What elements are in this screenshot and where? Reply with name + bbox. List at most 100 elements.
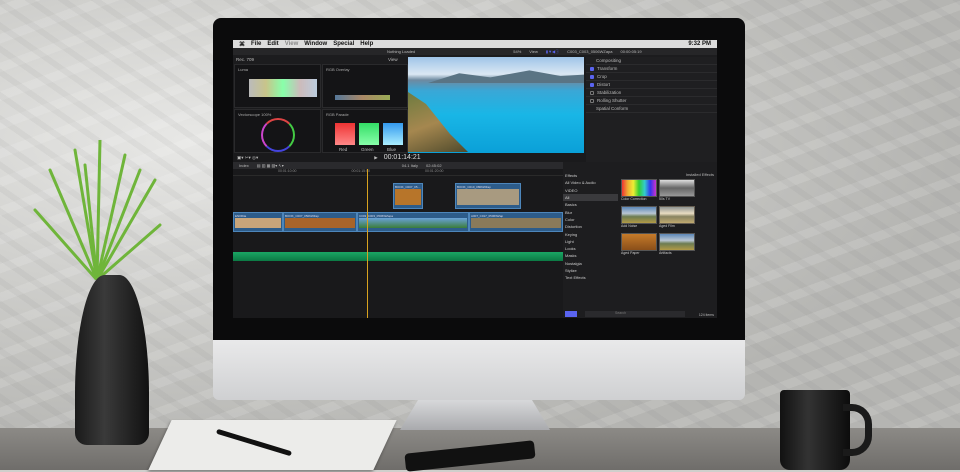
timeline-clip[interactable]: A007_C017_0506WZap (469, 212, 563, 232)
effects-search-input[interactable]: Search (585, 311, 685, 317)
luma-waveform (249, 79, 317, 97)
category-item[interactable]: All (563, 193, 618, 202)
category-item[interactable]: Keying (563, 230, 618, 237)
timeline-clip[interactable]: EN0Rtia (233, 212, 283, 232)
category-item[interactable]: Looks (563, 245, 618, 252)
inspector-crop[interactable]: Crop (586, 73, 717, 81)
timecode-display: 00:01:14:21 (383, 154, 421, 161)
effects-browser-toggle[interactable] (565, 311, 577, 317)
inspector-spatial-conform[interactable]: Spatial Conform (586, 105, 717, 113)
category-item[interactable]: Light (563, 238, 618, 245)
effects-count: 124 items (698, 313, 714, 317)
rgb-overlay-scope: RGB Overlay (322, 64, 408, 108)
rgb-parade-label: RGB Parade (326, 112, 349, 117)
view-dropdown[interactable]: View (529, 49, 538, 54)
clip-appearance-icons[interactable]: ▤ ▥ ▦ ▧▾ ↖▾ (257, 163, 284, 168)
category-item[interactable]: Blur (563, 208, 618, 215)
checkbox[interactable] (590, 74, 594, 79)
effect-tile[interactable]: Artifacts (659, 233, 695, 255)
category-item[interactable]: VIDEO (563, 187, 618, 194)
index-button[interactable]: Index (239, 163, 249, 168)
rgb-overlay-label: RGB Overlay (326, 67, 350, 72)
inspector-label: Transform (597, 66, 618, 71)
parade-red (335, 123, 355, 145)
effect-tile[interactable]: Aged Paper (621, 233, 657, 255)
timeline-clip[interactable]: C003_C003_0506WZapa (357, 212, 469, 232)
checkbox[interactable] (590, 66, 594, 71)
category-item[interactable]: Color (563, 216, 618, 223)
play-button[interactable]: ▶ (374, 155, 377, 161)
menu-clock: 9:32 PM (688, 41, 711, 47)
checkbox[interactable] (590, 82, 594, 87)
effect-tile[interactable]: 50s TV (659, 179, 695, 201)
rgb-parade-scope: RGB Parade Red Green Blue (322, 109, 408, 153)
inspector-label: Crop (597, 74, 607, 79)
menu-edit[interactable]: Edit (267, 41, 278, 47)
rgb-histogram (335, 95, 390, 100)
timeline-clip[interactable]: BOOK_C010_0806WZap (455, 183, 521, 209)
audio-track[interactable] (233, 252, 563, 261)
menu-bar: ⌘ File Edit View Window Special Help 9:3… (233, 40, 717, 48)
installed-effects-dropdown[interactable]: Installed Effects (686, 172, 714, 177)
zoom-dropdown[interactable]: 54% (513, 49, 521, 54)
inspector-rolling-shutter[interactable]: Rolling Shutter (586, 97, 717, 105)
category-item[interactable]: Effects (563, 172, 618, 179)
inspector-transform[interactable]: Transform (586, 65, 717, 73)
coffee-mug (780, 390, 872, 470)
category-item[interactable]: Masks (563, 252, 618, 259)
category-item[interactable]: Stylize (563, 267, 618, 274)
scopes-view-dropdown[interactable]: View (388, 57, 398, 62)
timeline-ruler[interactable]: 00:01:10:00 00:01:15:00 00:01:20:00 (233, 169, 563, 176)
timeline-clip[interactable]: BOOK_C007_0506WZap (283, 212, 357, 232)
screen: ⌘ File Edit View Window Special Help 9:3… (233, 40, 717, 318)
video-inspector: Compositing Transform Crop Distort Stabi… (586, 57, 717, 170)
vase (75, 275, 149, 445)
timeline-toolbar: Index ▤ ▥ ▦ ▧▾ ↖▾ 04.1 Italy 02:45:02 (233, 162, 563, 169)
checkbox[interactable] (590, 90, 594, 95)
menu-special[interactable]: Special (333, 41, 354, 47)
viewer-toolbar: Nothing Loaded 54% View ▮▼◀ⓘ C003_C003_0… (233, 48, 717, 55)
imac-stand (400, 400, 550, 430)
timeline[interactable]: 00:01:10:00 00:01:15:00 00:01:20:00 BOOK… (233, 169, 563, 318)
inspector-label: Stabilization (597, 90, 622, 95)
effects-browser: Installed Effects Effects All Video & Au… (563, 162, 717, 318)
parade-label-red: Red (339, 147, 348, 152)
inspector-heading: Compositing (586, 57, 717, 65)
inspector-clip-time: 00:00:05:19 (620, 49, 642, 54)
inspector-tabs-icon[interactable]: ▮▼◀ⓘ (546, 49, 559, 55)
checkbox[interactable] (590, 98, 594, 103)
ruler-tick: 00:01:20:00 (425, 169, 444, 173)
menu-help[interactable]: Help (360, 41, 373, 47)
parade-label-green: Green (361, 147, 374, 152)
viewer-status: Nothing Loaded (387, 49, 416, 54)
apple-menu-icon[interactable]: ⌘ (239, 41, 245, 48)
video-viewer[interactable] (408, 57, 584, 153)
timeline-clip[interactable]: BOOK_C007_05… (393, 183, 423, 209)
transform-menu-icon[interactable]: ▣▾ ✂▾ ◎▾ (237, 155, 258, 161)
effects-categories: Effects All Video & Audio VIDEO All Basi… (563, 172, 618, 281)
category-item[interactable]: All Video & Audio (563, 179, 618, 186)
parade-blue (383, 123, 403, 145)
colorspace-label: Rec. 709 (236, 57, 255, 62)
vectorscope: Vectorscope 100% (234, 109, 321, 153)
ruler-tick: 00:01:10:00 (278, 169, 297, 173)
playhead[interactable] (367, 169, 368, 318)
vectorscope-circle (261, 118, 295, 152)
category-item[interactable]: Basics (563, 201, 618, 208)
inspector-clip-name: C003_C003_0506WZapa (567, 49, 613, 54)
menu-file[interactable]: File (251, 41, 261, 47)
menu-window[interactable]: Window (304, 41, 327, 47)
category-item[interactable]: Nostalgia (563, 260, 618, 267)
luma-scope: Luma (234, 64, 321, 108)
effect-tile[interactable]: Aged Film (659, 206, 695, 228)
category-item[interactable]: Distortion (563, 223, 618, 230)
luma-label: Luma (238, 67, 249, 72)
parade-green (359, 123, 379, 145)
category-item[interactable]: Text Effects (563, 274, 618, 281)
effect-tile[interactable]: Add Noise (621, 206, 657, 228)
effect-tile[interactable]: Color Correction (621, 179, 657, 201)
menu-view[interactable]: View (285, 41, 299, 47)
inspector-distort[interactable]: Distort (586, 81, 717, 89)
project-duration: 02:45:02 (425, 163, 442, 168)
inspector-stabilization[interactable]: Stabilization (586, 89, 717, 97)
